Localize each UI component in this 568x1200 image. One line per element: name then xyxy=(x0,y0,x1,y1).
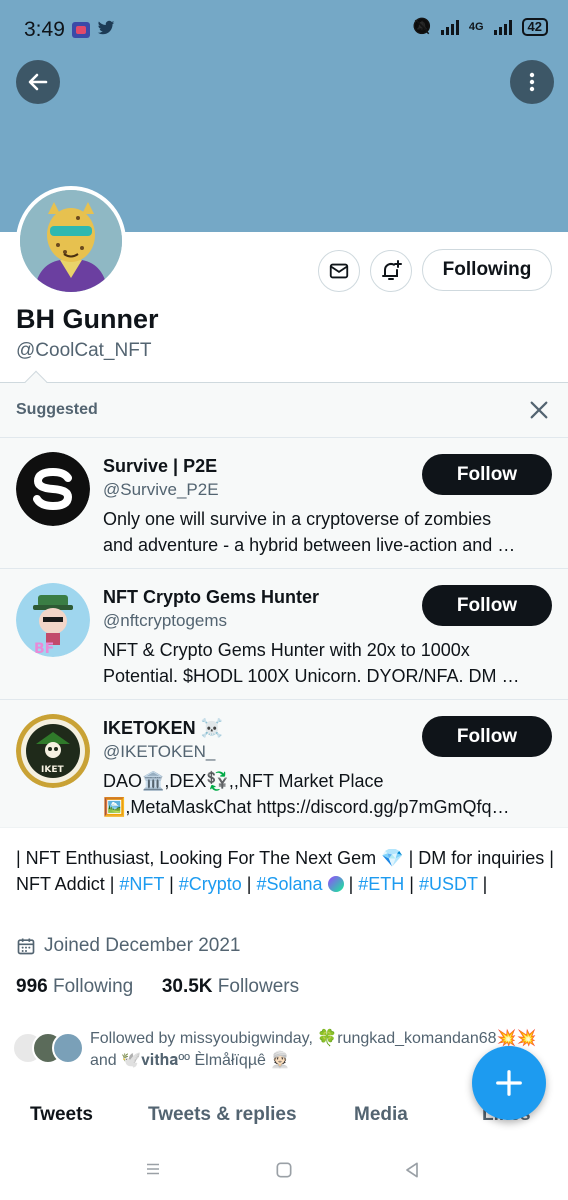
svg-text:BF: BF xyxy=(34,641,54,657)
avatar[interactable] xyxy=(16,452,90,526)
tab-media[interactable]: Media xyxy=(354,1104,408,1126)
card-handle: @Survive_P2E xyxy=(103,480,219,499)
iketoken-logo-image: IKET xyxy=(16,714,90,788)
hashtag-nft[interactable]: #NFT xyxy=(119,874,164,894)
app-notification-icon xyxy=(72,22,90,38)
solana-icon xyxy=(327,876,344,892)
suggested-title: Suggested xyxy=(16,401,98,418)
system-nav-bar xyxy=(0,1144,568,1200)
gems-hunter-avatar-image: BF xyxy=(16,583,90,657)
compose-tweet-button[interactable] xyxy=(472,1046,546,1120)
card-bio: DAO🏛️,DEX💱,,NFT Market Place 🖼️,MetaMask… xyxy=(103,771,510,817)
message-button[interactable] xyxy=(318,250,360,292)
recent-apps-button[interactable] xyxy=(144,1160,162,1183)
suggested-card-survive[interactable]: Survive | P2E @Survive_P2E Only one will… xyxy=(0,438,568,569)
card-name: NFT Crypto Gems Hunter xyxy=(103,587,320,607)
card-name: IKETOKEN ☠️ xyxy=(103,718,224,738)
hashtag-crypto[interactable]: #Crypto xyxy=(179,874,242,894)
avatar xyxy=(52,1032,84,1064)
status-bar: 3:49 4G 42 xyxy=(0,0,568,56)
close-suggested-button[interactable] xyxy=(528,399,550,426)
avatar[interactable]: IKET xyxy=(16,714,90,788)
mute-bell-icon xyxy=(413,18,431,36)
suggested-caret xyxy=(24,370,48,394)
signal-icon xyxy=(440,19,459,35)
recent-apps-icon xyxy=(147,1163,159,1175)
following-button[interactable]: Following xyxy=(422,249,552,291)
display-name: BH Gunner xyxy=(16,304,159,334)
joined-date: Joined December 2021 xyxy=(16,935,240,957)
follow-button[interactable]: Follow xyxy=(422,585,552,626)
suggested-card-nftcryptogems[interactable]: BF NFT Crypto Gems Hunter @nftcryptogems… xyxy=(0,569,568,700)
close-icon xyxy=(530,401,548,419)
gem-emoji: 💎 xyxy=(381,848,404,868)
avatar[interactable]: BF xyxy=(16,583,90,657)
survive-logo-image xyxy=(16,452,90,526)
profile-bio: | NFT Enthusiast, Looking For The Next G… xyxy=(16,848,554,894)
mail-icon xyxy=(329,263,349,279)
card-handle: @nftcryptogems xyxy=(103,611,228,630)
home-square-icon xyxy=(276,1162,292,1178)
suggested-card-iketoken[interactable]: IKET IKETOKEN ☠️ @IKETOKEN_ DAO🏛️,DEX💱,,… xyxy=(0,700,568,831)
follow-button[interactable]: Follow xyxy=(422,454,552,495)
more-vertical-icon xyxy=(529,72,535,92)
battery-indicator: 42 xyxy=(521,18,548,36)
bell-plus-icon xyxy=(382,260,402,280)
card-bio: Only one will survive in a cryptoverse o… xyxy=(103,509,516,555)
card-bio: NFT & Crypto Gems Hunter with 20x to 100… xyxy=(103,640,520,686)
back-arrow-icon xyxy=(28,73,48,91)
network-type: 4G xyxy=(468,21,484,33)
tab-tweets-replies[interactable]: Tweets & replies xyxy=(148,1104,297,1126)
user-handle: @CoolCat_NFT xyxy=(16,340,152,361)
following-count-link[interactable]: 996 Following xyxy=(16,976,133,997)
twitter-bird-icon xyxy=(96,19,116,42)
profile-avatar[interactable] xyxy=(16,186,126,296)
notifications-button[interactable] xyxy=(370,250,412,292)
suggested-panel: Suggested Survive | P2E @Survive_P2E Onl… xyxy=(0,370,568,831)
hashtag-usdt[interactable]: #USDT xyxy=(419,874,478,894)
follow-counts: 996 Following 30.5K Followers xyxy=(16,976,299,998)
cheetah-avatar-image xyxy=(20,190,122,292)
signal-icon-2 xyxy=(493,19,512,35)
hashtag-eth[interactable]: #ETH xyxy=(358,874,404,894)
home-button[interactable] xyxy=(274,1160,294,1185)
back-triangle-icon xyxy=(406,1162,418,1178)
followers-count-link[interactable]: 30.5K Followers xyxy=(162,976,299,997)
compose-plus-icon xyxy=(496,1070,522,1096)
calendar-icon xyxy=(17,938,35,955)
tab-tweets[interactable]: Tweets xyxy=(30,1104,93,1126)
card-handle: @IKETOKEN_ xyxy=(103,742,216,761)
system-back-button[interactable] xyxy=(402,1160,422,1185)
follow-button[interactable]: Follow xyxy=(422,716,552,757)
hashtag-solana[interactable]: #Solana xyxy=(256,874,322,894)
card-name: Survive | P2E xyxy=(103,456,218,476)
status-time: 3:49 xyxy=(24,18,65,41)
more-options-button[interactable] xyxy=(510,60,554,104)
svg-text:IKET: IKET xyxy=(41,765,64,775)
back-button[interactable] xyxy=(16,60,60,104)
